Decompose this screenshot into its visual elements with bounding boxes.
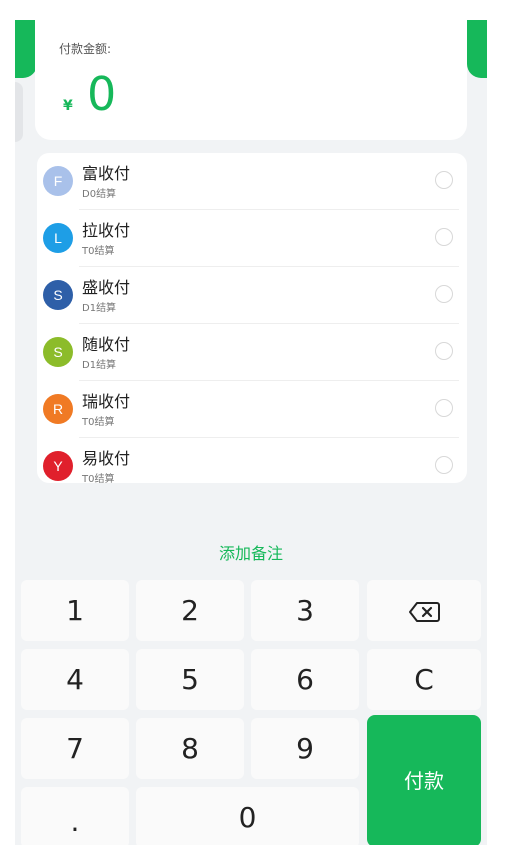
key-9[interactable]: 9 — [251, 718, 359, 779]
key-3[interactable]: 3 — [251, 580, 359, 641]
channel-item-sui[interactable]: S 随收付 D1结算 — [37, 324, 467, 381]
channel-item-fu[interactable]: F 富收付 D0结算 — [37, 153, 467, 210]
channel-item-rui[interactable]: R 瑞收付 T0结算 — [37, 381, 467, 438]
channel-settlement: T0结算 — [82, 474, 115, 485]
add-remark-link[interactable]: 添加备注 — [15, 540, 487, 564]
card-edge — [15, 82, 23, 142]
clear-button[interactable]: C — [367, 649, 481, 710]
key-5[interactable]: 5 — [136, 649, 244, 710]
currency-symbol: ¥ — [63, 98, 73, 114]
amount-value: 0 — [87, 67, 117, 121]
key-1[interactable]: 1 — [21, 580, 129, 641]
payment-screen: 付款金额: ¥ 0 F 富收付 D0结算 L 拉收付 T0结算 S 盛收付 D1… — [15, 20, 487, 845]
key-6[interactable]: 6 — [251, 649, 359, 710]
channel-radio[interactable] — [435, 285, 453, 303]
key-0[interactable]: 0 — [136, 787, 359, 845]
channel-item-sheng[interactable]: S 盛收付 D1结算 — [37, 267, 467, 324]
channel-name: 拉收付 — [82, 221, 131, 240]
channel-settlement: T0结算 — [82, 417, 115, 428]
header-accent-right — [467, 20, 487, 78]
channel-radio[interactable] — [435, 456, 453, 474]
channel-logo-icon: S — [43, 280, 73, 310]
channel-radio[interactable] — [435, 342, 453, 360]
channel-logo-icon: R — [43, 394, 73, 424]
channel-radio[interactable] — [435, 171, 453, 189]
channel-name: 富收付 — [82, 164, 131, 183]
channel-settlement: D1结算 — [82, 303, 117, 314]
channel-name: 盛收付 — [82, 278, 131, 297]
amount-label: 付款金额: — [59, 42, 112, 56]
header-accent-left — [15, 20, 37, 78]
channel-logo-icon: Y — [43, 451, 73, 481]
amount-card: 付款金额: ¥ 0 — [35, 20, 467, 140]
backspace-icon — [409, 602, 440, 622]
channel-settlement: D1结算 — [82, 360, 117, 371]
channel-logo-icon: S — [43, 337, 73, 367]
channel-radio[interactable] — [435, 228, 453, 246]
channel-logo-icon: F — [43, 166, 73, 196]
channel-name: 瑞收付 — [82, 392, 131, 411]
key-2[interactable]: 2 — [136, 580, 244, 641]
channel-radio[interactable] — [435, 399, 453, 417]
channel-settlement: T0结算 — [82, 246, 115, 257]
channel-settlement: D0结算 — [82, 189, 117, 200]
channel-name: 易收付 — [82, 449, 131, 468]
key-7[interactable]: 7 — [21, 718, 129, 779]
channel-item-yi[interactable]: Y 易收付 T0结算 — [37, 438, 467, 495]
channel-name: 随收付 — [82, 335, 131, 354]
key-dot[interactable]: . — [21, 787, 129, 845]
pay-button[interactable]: 付款 — [367, 715, 481, 845]
key-4[interactable]: 4 — [21, 649, 129, 710]
backspace-button[interactable] — [367, 580, 481, 641]
channel-list: F 富收付 D0结算 L 拉收付 T0结算 S 盛收付 D1结算 S 随收付 D… — [37, 153, 467, 485]
channel-logo-icon: L — [43, 223, 73, 253]
key-8[interactable]: 8 — [136, 718, 244, 779]
channel-item-la[interactable]: L 拉收付 T0结算 — [37, 210, 467, 267]
